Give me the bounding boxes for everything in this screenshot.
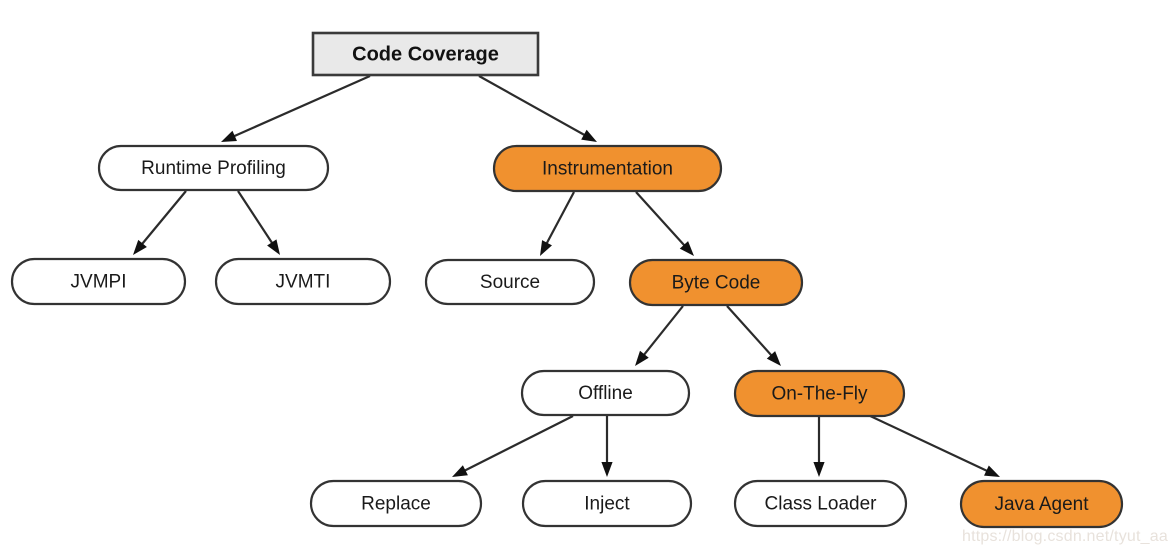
edge-arrowhead-icon — [813, 462, 825, 477]
edge-on-the-fly-to-class-loader — [813, 417, 825, 477]
edge-line — [237, 190, 275, 246]
edge-code-coverage-to-runtime-profiling — [221, 74, 371, 142]
nodes-layer: Code Coverage Runtime Profiling Instrument… — [10, 31, 1124, 529]
node-label-code-coverage: Code Coverage — [352, 43, 499, 65]
node-label-class-loader: Class Loader — [765, 494, 878, 515]
edge-line — [462, 415, 574, 473]
code-coverage-tree-diagram: Code Coverage Runtime Profiling Instrument… — [10, 31, 1168, 545]
edge-on-the-fly-to-java-agent — [865, 413, 1000, 477]
node-on-the-fly[interactable]: On-The-Fly — [733, 369, 906, 418]
node-jvmpi[interactable]: JVMPI — [10, 257, 187, 306]
edge-line — [865, 413, 990, 473]
node-code-coverage[interactable]: Code Coverage — [311, 31, 540, 77]
node-label-inject: Inject — [584, 494, 630, 515]
edge-line — [139, 190, 187, 247]
edge-arrowhead-icon — [540, 240, 552, 256]
edge-arrowhead-icon — [601, 462, 613, 477]
edge-offline-to-replace — [452, 415, 574, 477]
node-label-jvmti: JVMTI — [276, 272, 331, 293]
diagram-canvas: Code Coverage Runtime Profiling Instrument… — [0, 0, 1172, 550]
node-label-instrumentation: Instrumentation — [542, 159, 673, 180]
edge-arrowhead-icon — [452, 465, 468, 477]
node-label-replace: Replace — [361, 494, 431, 515]
edge-runtime-profiling-to-jvmpi — [133, 190, 187, 255]
edge-line — [635, 191, 687, 248]
edge-line — [231, 74, 371, 139]
node-instrumentation[interactable]: Instrumentation — [492, 144, 723, 193]
node-offline[interactable]: Offline — [520, 369, 691, 417]
node-jvmti[interactable]: JVMTI — [214, 257, 392, 306]
node-class-loader[interactable]: Class Loader — [733, 479, 908, 528]
edge-line — [726, 305, 774, 358]
node-runtime-profiling[interactable]: Runtime Profiling — [97, 144, 330, 192]
node-replace[interactable]: Replace — [309, 479, 483, 528]
edge-byte-code-to-on-the-fly — [726, 305, 781, 366]
edge-byte-code-to-offline — [635, 305, 684, 366]
edge-arrowhead-icon — [267, 239, 280, 255]
watermark-text: https://blog.csdn.net/tyut_aa — [962, 528, 1168, 545]
node-label-jvmpi: JVMPI — [71, 272, 127, 293]
edge-instrumentation-to-source — [540, 191, 575, 256]
edge-arrowhead-icon — [581, 129, 597, 142]
edge-runtime-profiling-to-jvmti — [237, 190, 280, 255]
node-java-agent[interactable]: Java Agent — [959, 479, 1124, 529]
edge-arrowhead-icon — [984, 465, 1000, 477]
node-label-java-agent: Java Agent — [994, 494, 1089, 515]
edge-offline-to-inject — [601, 416, 613, 477]
node-source[interactable]: Source — [424, 258, 596, 306]
edge-code-coverage-to-instrumentation — [478, 75, 597, 142]
node-inject[interactable]: Inject — [521, 479, 693, 528]
edge-line — [544, 191, 575, 246]
edge-line — [641, 305, 684, 358]
node-label-offline: Offline — [578, 383, 633, 404]
node-label-byte-code: Byte Code — [672, 273, 761, 294]
edge-line — [478, 75, 588, 138]
edge-arrowhead-icon — [221, 130, 237, 142]
node-label-runtime-profiling: Runtime Profiling — [141, 158, 286, 179]
node-label-source: Source — [480, 272, 540, 293]
edge-instrumentation-to-byte-code — [635, 191, 694, 256]
node-label-on-the-fly: On-The-Fly — [771, 384, 868, 405]
node-byte-code[interactable]: Byte Code — [628, 258, 804, 307]
